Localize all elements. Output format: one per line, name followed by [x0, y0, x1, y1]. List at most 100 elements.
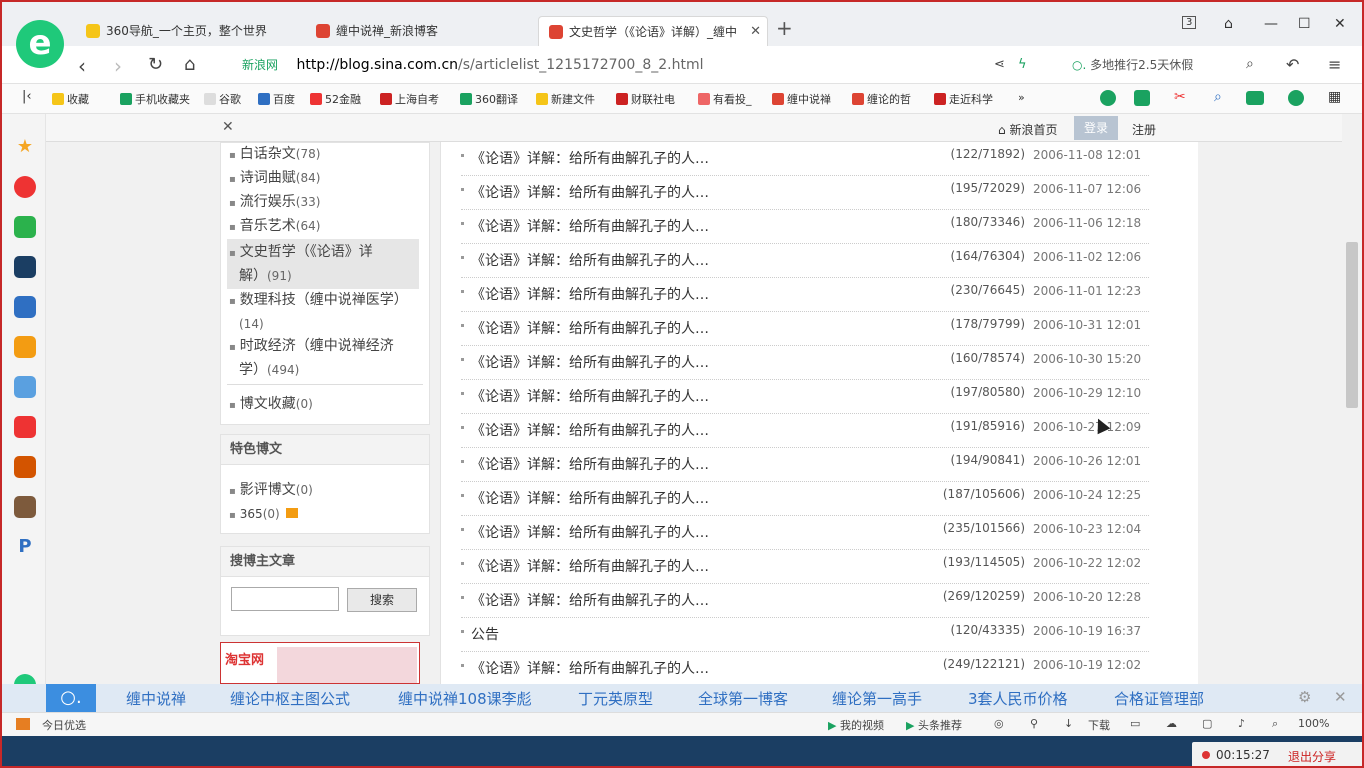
close-icon[interactable]: ✕ — [222, 119, 234, 135]
hot-search-item[interactable]: 缠论中枢主图公式 — [230, 688, 350, 709]
bookmark-item[interactable]: 有看投_ — [698, 91, 752, 107]
article-title[interactable]: 公告 — [471, 624, 499, 644]
hot-search-item[interactable]: 缠中说禅108课李彪 — [398, 688, 532, 709]
minimize-icon[interactable]: — — [1264, 16, 1278, 32]
category-item[interactable]: ▪ 博文收藏(0) — [229, 393, 313, 417]
sina-home-link[interactable]: ⌂ 新浪首页 — [998, 121, 1057, 138]
gift-icon[interactable] — [16, 718, 30, 730]
category-item[interactable]: ▪ 音乐艺术(64) — [229, 215, 320, 239]
article-row[interactable]: 《论语》详解：给所有曲解孔子的人… (193/114505) 2006-10-22 … — [461, 550, 1149, 584]
hot-search-logo-icon[interactable]: ○. — [46, 684, 96, 712]
category-item[interactable]: ▪ 时政经济（缠中说禅经济 学）(494) — [229, 335, 394, 381]
article-title[interactable]: 《论语》详解：给所有曲解孔子的人… — [471, 590, 709, 610]
home-icon[interactable]: ⌂ — [184, 54, 195, 75]
article-title[interactable]: 《论语》详解：给所有曲解孔子的人… — [471, 352, 709, 372]
hot-search-item[interactable]: 全球第一博客 — [698, 688, 788, 709]
url-field[interactable]: 新浪网 http://blog.sina.com.cn/s/articlelis… — [242, 53, 982, 77]
tab-sina-blog[interactable]: 缠中说禅_新浪博客 — [306, 16, 532, 46]
page-scrollbar[interactable] — [1342, 114, 1362, 684]
scrollbar-thumb[interactable] — [1346, 242, 1358, 408]
window-icon[interactable]: ▢ — [1202, 717, 1212, 730]
category-item[interactable]: ▪ 数理科技（缠中说禅医学） (14) — [229, 289, 408, 335]
money-icon[interactable] — [1288, 90, 1304, 106]
hot-search-item[interactable]: 合格证管理部 — [1114, 688, 1204, 709]
article-row[interactable]: 《论语》详解：给所有曲解孔子的人… (195/72029) 2006-11-07 1… — [461, 176, 1149, 210]
undo-icon[interactable]: ↶ — [1286, 55, 1299, 74]
article-row[interactable]: 《论语》详解：给所有曲解孔子的人… (122/71892) 2006-11-08 1… — [461, 142, 1149, 176]
article-row[interactable]: 《论语》详解：给所有曲解孔子的人… (230/76645) 2006-11-01 1… — [461, 278, 1149, 312]
article-title[interactable]: 《论语》详解：给所有曲解孔子的人… — [471, 284, 709, 304]
back-icon[interactable]: ‹ — [78, 54, 86, 78]
article-row[interactable]: 《论语》详解：给所有曲解孔子的人… (164/76304) 2006-11-02 1… — [461, 244, 1149, 278]
article-title[interactable]: 《论语》详解：给所有曲解孔子的人… — [471, 658, 709, 678]
login-button[interactable]: 登录 — [1074, 116, 1118, 140]
my-video[interactable]: ▶ 我的视频 — [828, 717, 884, 733]
bookmark-item[interactable]: 新建文件 — [536, 91, 595, 107]
article-row[interactable]: 《论语》详解：给所有曲解孔子的人… (191/85916) 2006-10-27 1… — [461, 414, 1149, 448]
bookmark-item[interactable]: 谷歌 — [204, 91, 241, 107]
add-icon[interactable] — [1134, 90, 1150, 106]
download-link[interactable]: 下载 — [1088, 717, 1110, 733]
featured-item[interactable]: ▪ 影评博文(0) — [229, 479, 313, 503]
search-button[interactable]: 搜索 — [347, 588, 417, 612]
article-title[interactable]: 《论语》详解：给所有曲解孔子的人… — [471, 216, 709, 236]
category-item[interactable]: ▪ 诗词曲赋(84) — [229, 167, 320, 191]
zoom-level[interactable]: 100% — [1298, 717, 1329, 730]
daily-picks[interactable]: 今日优选 — [42, 717, 86, 733]
game-app-icon[interactable] — [14, 376, 36, 398]
article-title[interactable]: 《论语》详解：给所有曲解孔子的人… — [471, 250, 709, 270]
article-row[interactable]: 《论语》详解：给所有曲解孔子的人… (235/101566) 2006-10-23 … — [461, 516, 1149, 550]
maximize-icon[interactable]: ☐ — [1298, 16, 1311, 32]
article-row[interactable]: 《论语》详解：给所有曲解孔子的人… (178/79799) 2006-10-31 1… — [461, 312, 1149, 346]
bookmark-item[interactable]: 360翻译 — [460, 91, 518, 107]
bookmark-item[interactable]: 52金融 — [310, 91, 361, 107]
cloud-icon[interactable]: ☁ — [1166, 717, 1177, 730]
browser-logo-icon[interactable]: e — [16, 20, 64, 68]
headline-news[interactable]: ▶ 头条推荐 — [906, 717, 962, 733]
shop-icon[interactable] — [14, 416, 36, 438]
article-title[interactable]: 《论语》详解：给所有曲解孔子的人… — [471, 522, 709, 542]
article-title[interactable]: 《论语》详解：给所有曲解孔子的人… — [471, 318, 709, 338]
bookmark-item[interactable]: 上海自考 — [380, 91, 439, 107]
article-row[interactable]: 《论语》详解：给所有曲解孔子的人… (249/122121) 2006-10-19 … — [461, 652, 1149, 684]
speed-icon[interactable]: ◎ — [994, 717, 1004, 730]
category-item[interactable]: ▪ 流行娱乐(33) — [229, 191, 320, 215]
article-row[interactable]: 《论语》详解：给所有曲解孔子的人… (187/105606) 2006-10-24 … — [461, 482, 1149, 516]
register-link[interactable]: 注册 — [1132, 121, 1156, 138]
favorites-star-icon[interactable]: ★ — [14, 136, 36, 158]
tab-count-badge[interactable]: 3 — [1182, 16, 1197, 29]
bookmark-item[interactable]: 财联社电 — [616, 91, 675, 107]
tab-active-article[interactable]: 文史哲学（《论语》详解）_缠中 ✕ — [538, 16, 768, 46]
hot-search-item[interactable]: 缠中说禅 — [126, 688, 186, 709]
pin-tool-icon[interactable]: ⚲ — [1030, 717, 1038, 730]
apps-icon[interactable]: ▦ — [1328, 89, 1341, 105]
sound-icon[interactable]: ♪ — [1238, 717, 1245, 730]
hot-search-item[interactable]: 缠论第一高手 — [832, 688, 922, 709]
bookmark-item[interactable]: 百度 — [258, 91, 295, 107]
bookmark-item[interactable]: 手机收藏夹 — [120, 91, 190, 107]
article-title[interactable]: 《论语》详解：给所有曲解孔子的人… — [471, 182, 709, 202]
tab-360-nav[interactable]: 360导航_一个主页，整个世界 — [76, 16, 302, 46]
article-row[interactable]: 《论语》详解：给所有曲解孔子的人… (269/120259) 2006-10-20 … — [461, 584, 1149, 618]
share-icon[interactable]: ⋖ — [994, 57, 1005, 72]
game-war-icon[interactable] — [14, 496, 36, 518]
search-icon[interactable]: ⌕ — [1246, 56, 1254, 72]
category-item-selected[interactable]: ▪ 文史哲学（《论语》详 解）(91) — [227, 239, 419, 289]
bookmark-item[interactable]: 缠中说禅 — [772, 91, 831, 107]
globe-news-icon[interactable] — [14, 256, 36, 278]
new-tab-icon[interactable]: + — [776, 16, 793, 40]
rss-icon[interactable] — [285, 508, 298, 518]
article-row[interactable]: 《论语》详解：给所有曲解孔子的人… (194/90841) 2006-10-26 1… — [461, 448, 1149, 482]
article-row[interactable]: 《论语》详解：给所有曲解孔子的人… (160/78574) 2006-10-30 1… — [461, 346, 1149, 380]
bookmark-item[interactable]: 走近科学 — [934, 91, 993, 107]
game-hero-icon[interactable] — [14, 456, 36, 478]
featured-item[interactable]: ▪ 365(0) — [229, 503, 298, 527]
word-icon[interactable] — [14, 296, 36, 318]
article-row[interactable]: 《论语》详解：给所有曲解孔子的人… (180/73346) 2006-11-06 1… — [461, 210, 1149, 244]
category-item[interactable]: ▪ 白话杂文(78) — [229, 143, 320, 167]
article-title[interactable]: 《论语》详解：给所有曲解孔子的人… — [471, 386, 709, 406]
bookmark-item[interactable]: 收藏 — [52, 91, 89, 107]
taobao-ad[interactable]: 淘宝网 — [220, 642, 420, 684]
bookmark-item[interactable]: 缠论的哲 — [852, 91, 911, 107]
download-icon[interactable]: ↓ — [1064, 717, 1073, 730]
